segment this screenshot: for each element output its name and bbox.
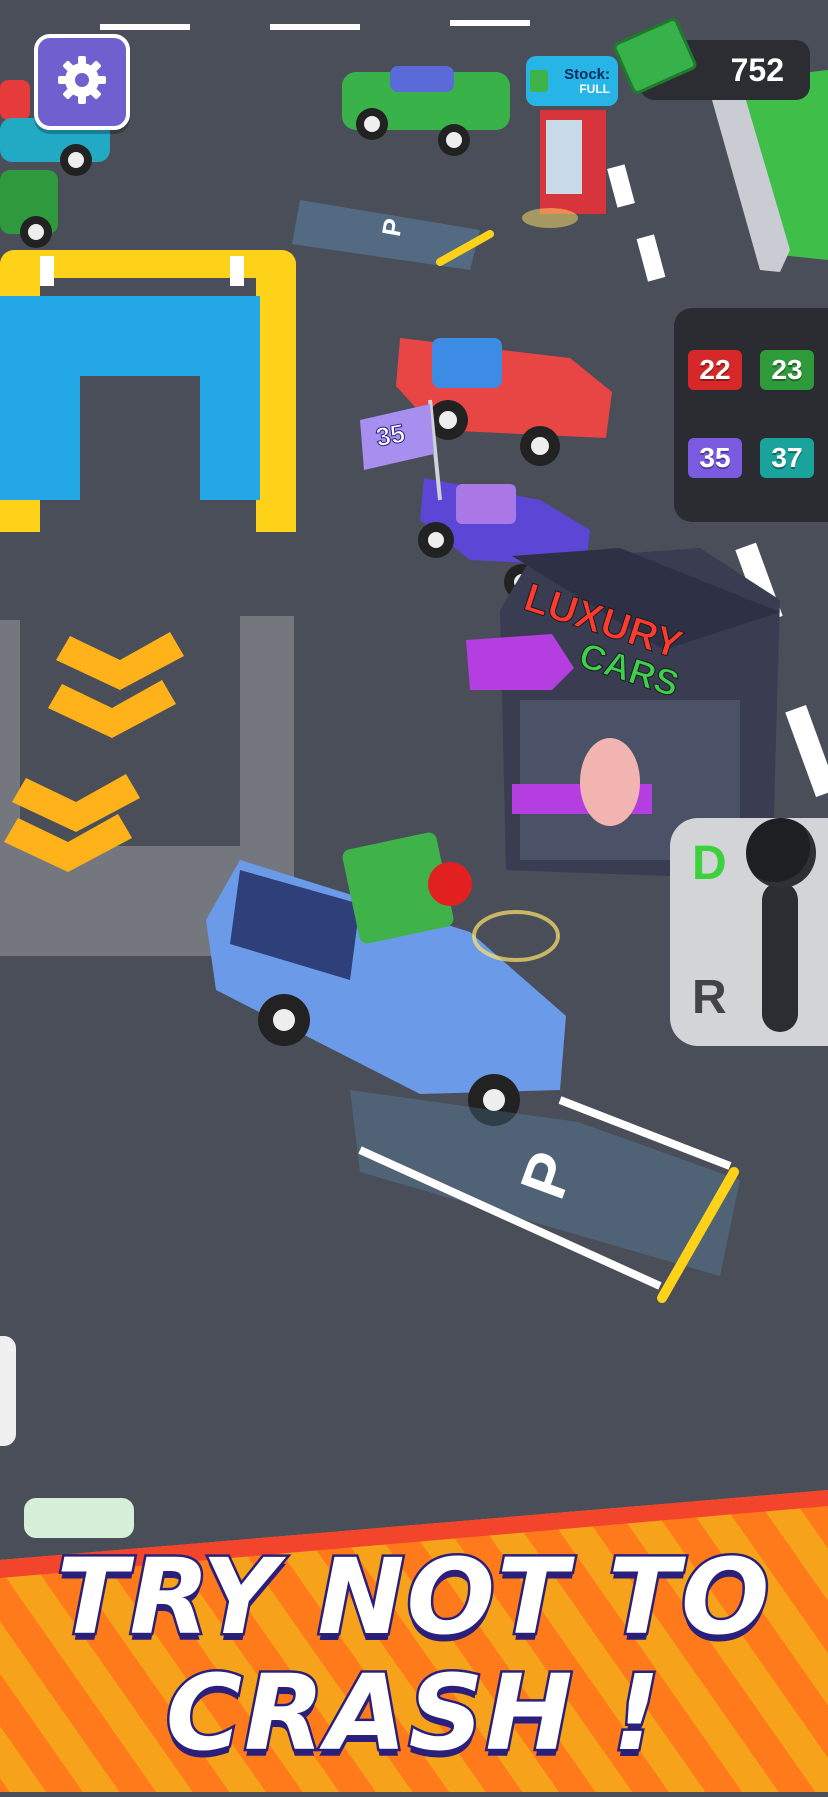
car-flag-number: 35 bbox=[373, 417, 408, 453]
stock-label: Stock: bbox=[564, 65, 610, 83]
settings-button[interactable] bbox=[34, 34, 130, 130]
gearshift-track bbox=[762, 882, 798, 1032]
queue-ticket: 23 bbox=[760, 350, 814, 390]
gearshift-knob[interactable] bbox=[746, 818, 816, 888]
ticket-number: 23 bbox=[771, 354, 803, 385]
banner-line1: TRY NOT TO bbox=[54, 1534, 772, 1661]
gear-reverse-label[interactable]: R bbox=[692, 970, 727, 1025]
queue-ticket: 35 bbox=[688, 438, 742, 478]
queue-ticket: 37 bbox=[760, 438, 814, 478]
banner-line2: CRASH ! bbox=[163, 1650, 663, 1777]
ticket-number: 35 bbox=[699, 442, 731, 473]
stock-cash-icon bbox=[530, 70, 548, 92]
gearshift-panel[interactable]: D R bbox=[670, 818, 828, 1046]
ticket-number: 22 bbox=[699, 354, 731, 385]
ticket-number: 37 bbox=[771, 442, 803, 473]
money-value: 752 bbox=[730, 51, 784, 88]
gear-icon bbox=[54, 52, 110, 113]
car-queue-panel: 22 23 35 37 bbox=[674, 308, 828, 522]
queue-ticket: 22 bbox=[688, 350, 742, 390]
stock-status: FULL bbox=[579, 81, 610, 96]
gear-drive-label[interactable]: D bbox=[692, 836, 727, 891]
